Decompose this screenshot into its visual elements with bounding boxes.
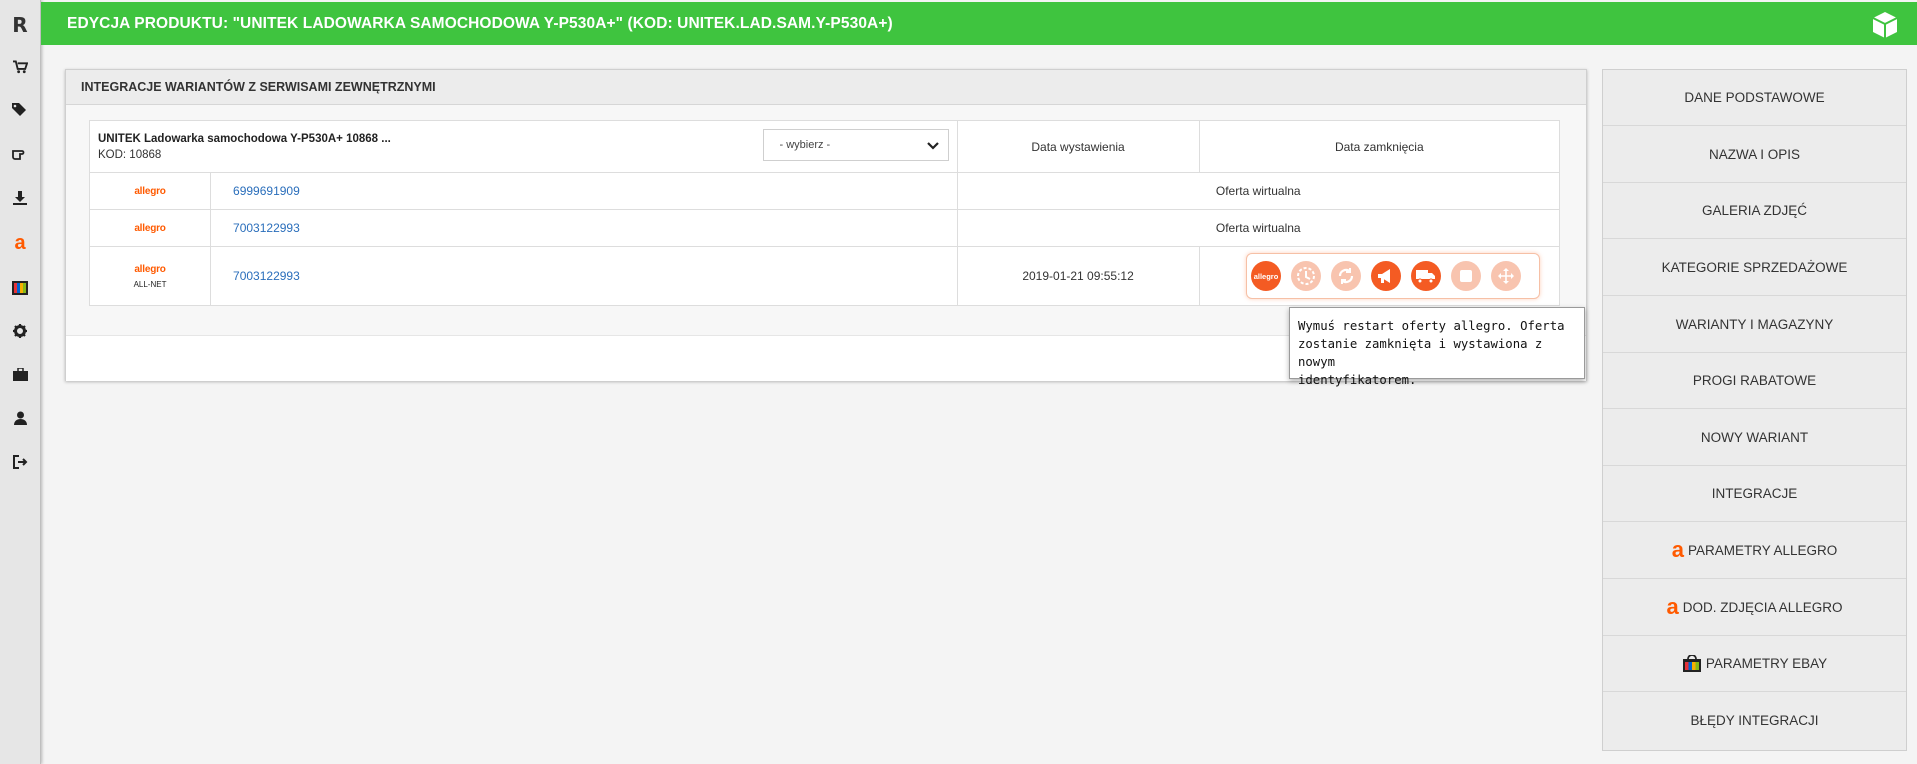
nav-item-warianty-i-magazyny[interactable]: WARIANTY I MAGAZYNY — [1603, 297, 1906, 353]
cube-icon[interactable] — [1871, 11, 1899, 39]
allegro-logo: allegro — [134, 222, 166, 234]
table-row: allegro 7003122993 Oferta wirtualna — [88, 209, 1560, 247]
refresh-icon[interactable] — [1331, 261, 1361, 291]
truck-icon[interactable] — [1411, 261, 1441, 291]
offer-id-link[interactable]: 6999691909 — [233, 184, 300, 198]
nav-item-parametry-allegro[interactable]: a PARAMETRY ALLEGRO — [1603, 523, 1906, 579]
nav-item-label: KATEGORIE SPRZEDAŻOWE — [1661, 260, 1848, 275]
nav-item-label: PARAMETRY ALLEGRO — [1687, 543, 1838, 558]
table-row: allegro 6999691909 Oferta wirtualna — [88, 172, 1560, 210]
nav-item-parametry-ebay[interactable]: PARAMETRY EBAY — [1603, 636, 1906, 692]
column-date-closed: Data zamknięcia — [1198, 120, 1561, 173]
allegro-icon: a — [1666, 593, 1679, 619]
date-listed-value: 2019-01-21 09:55:12 — [956, 246, 1200, 306]
offer-id-link[interactable]: 7003122993 — [233, 221, 300, 235]
nav-item-label: INTEGRACJE — [1711, 486, 1798, 501]
panel-title: INTEGRACJE WARIANTÓW Z SERWISAMI ZEWNĘTR… — [66, 70, 1586, 105]
nav-item-integracje[interactable]: INTEGRACJE — [1603, 466, 1906, 522]
move-icon[interactable] — [1491, 261, 1521, 291]
offer-actions: allegro — [1246, 253, 1540, 299]
nav-item-label: NAZWA I OPIS — [1708, 147, 1800, 162]
nav-item-progi-rabatowe[interactable]: PROGI RABATOWE — [1603, 353, 1906, 409]
nav-item-label: PROGI RABATOWE — [1692, 373, 1817, 388]
right-navigation: DANE PODSTAWOWE NAZWA I OPIS GALERIA ZDJ… — [1602, 69, 1907, 751]
download-icon[interactable] — [0, 183, 40, 213]
briefcase-icon[interactable] — [0, 359, 40, 389]
nav-item-nowy-wariant[interactable]: NOWY WARIANT — [1603, 410, 1906, 466]
table-header-row: UNITEK Ladowarka samochodowa Y-P530A+ 10… — [89, 120, 1561, 173]
nav-item-label: DANE PODSTAWOWE — [1684, 90, 1825, 105]
page-title: EDYCJA PRODUKTU: "UNITEK LADOWARKA SAMOC… — [67, 14, 893, 32]
product-cell: UNITEK Ladowarka samochodowa Y-P530A+ 10… — [89, 120, 958, 173]
nav-item-label: NOWY WARIANT — [1700, 430, 1809, 445]
offer-status: Oferta wirtualna — [956, 172, 1560, 210]
hand-point-icon[interactable] — [0, 139, 40, 169]
service-cell: allegro — [88, 209, 212, 247]
chevron-down-icon — [926, 142, 939, 150]
variant-select[interactable]: - wybierz - — [762, 129, 949, 161]
nav-item-galeria-zdjec[interactable]: GALERIA ZDJĘĆ — [1603, 183, 1906, 239]
nav-item-dod-zdjecia-allegro[interactable]: a DOD. ZDJĘCIA ALLEGRO — [1603, 580, 1906, 636]
offer-id-cell: 7003122993 — [210, 209, 958, 247]
account-label: ALL-NET — [133, 279, 167, 289]
stop-icon[interactable] — [1451, 261, 1481, 291]
megaphone-icon[interactable] — [1371, 261, 1401, 291]
offer-id-cell: 6999691909 — [210, 172, 958, 210]
left-sidebar: R a — [0, 0, 41, 764]
cart-icon[interactable] — [0, 52, 40, 82]
variant-select-value: - wybierz - — [779, 139, 831, 151]
tags-icon[interactable] — [0, 95, 40, 125]
nav-item-nazwa-i-opis[interactable]: NAZWA I OPIS — [1603, 127, 1906, 183]
allegro-icon[interactable]: a — [0, 228, 40, 258]
nav-item-dane-podstawowe[interactable]: DANE PODSTAWOWE — [1603, 70, 1906, 126]
nav-item-label: PARAMETRY EBAY — [1705, 656, 1828, 671]
restart-offer-icon[interactable] — [1291, 261, 1321, 291]
tooltip: Wymuś restart oferty allegro. Oferta zos… — [1289, 307, 1585, 387]
ebay-bag-icon — [1682, 654, 1701, 672]
allegro-action-icon[interactable]: allegro — [1251, 261, 1281, 291]
offer-status: Oferta wirtualna — [956, 209, 1560, 247]
tooltip-line: Wymuś restart oferty allegro. Oferta — [1298, 319, 1565, 333]
gear-icon[interactable] — [0, 316, 40, 346]
nav-item-label: WARIANTY I MAGAZYNY — [1675, 317, 1834, 332]
nav-item-bledy-integracji[interactable]: BŁĘDY INTEGRACJI — [1603, 693, 1906, 748]
allegro-logo: allegro — [134, 185, 166, 197]
service-cell: allegro — [88, 172, 212, 210]
offer-id-link[interactable]: 7003122993 — [233, 269, 300, 283]
nav-item-label: DOD. ZDJĘCIA ALLEGRO — [1682, 600, 1843, 615]
nav-item-kategorie-sprzedazowe[interactable]: KATEGORIE SPRZEDAŻOWE — [1603, 240, 1906, 296]
tooltip-line: identyfikatorem. — [1298, 373, 1417, 387]
service-cell: allegro ALL-NET — [88, 246, 212, 306]
page-header: EDYCJA PRODUKTU: "UNITEK LADOWARKA SAMOC… — [41, 2, 1917, 45]
logout-icon[interactable] — [0, 447, 40, 477]
allegro-icon: a — [1671, 536, 1684, 562]
column-date-listed: Data wystawienia — [956, 120, 1200, 173]
logo-icon[interactable]: R — [0, 10, 40, 40]
user-icon[interactable] — [0, 403, 40, 433]
nav-item-label: GALERIA ZDJĘĆ — [1701, 203, 1808, 218]
nav-item-label: BŁĘDY INTEGRACJI — [1690, 713, 1819, 728]
offer-id-cell: 7003122993 — [210, 246, 958, 306]
ebay-icon[interactable] — [0, 273, 40, 303]
tooltip-line: zostanie zamknięta i wystawiona z nowym — [1298, 337, 1543, 369]
allegro-logo: allegro — [134, 263, 166, 275]
